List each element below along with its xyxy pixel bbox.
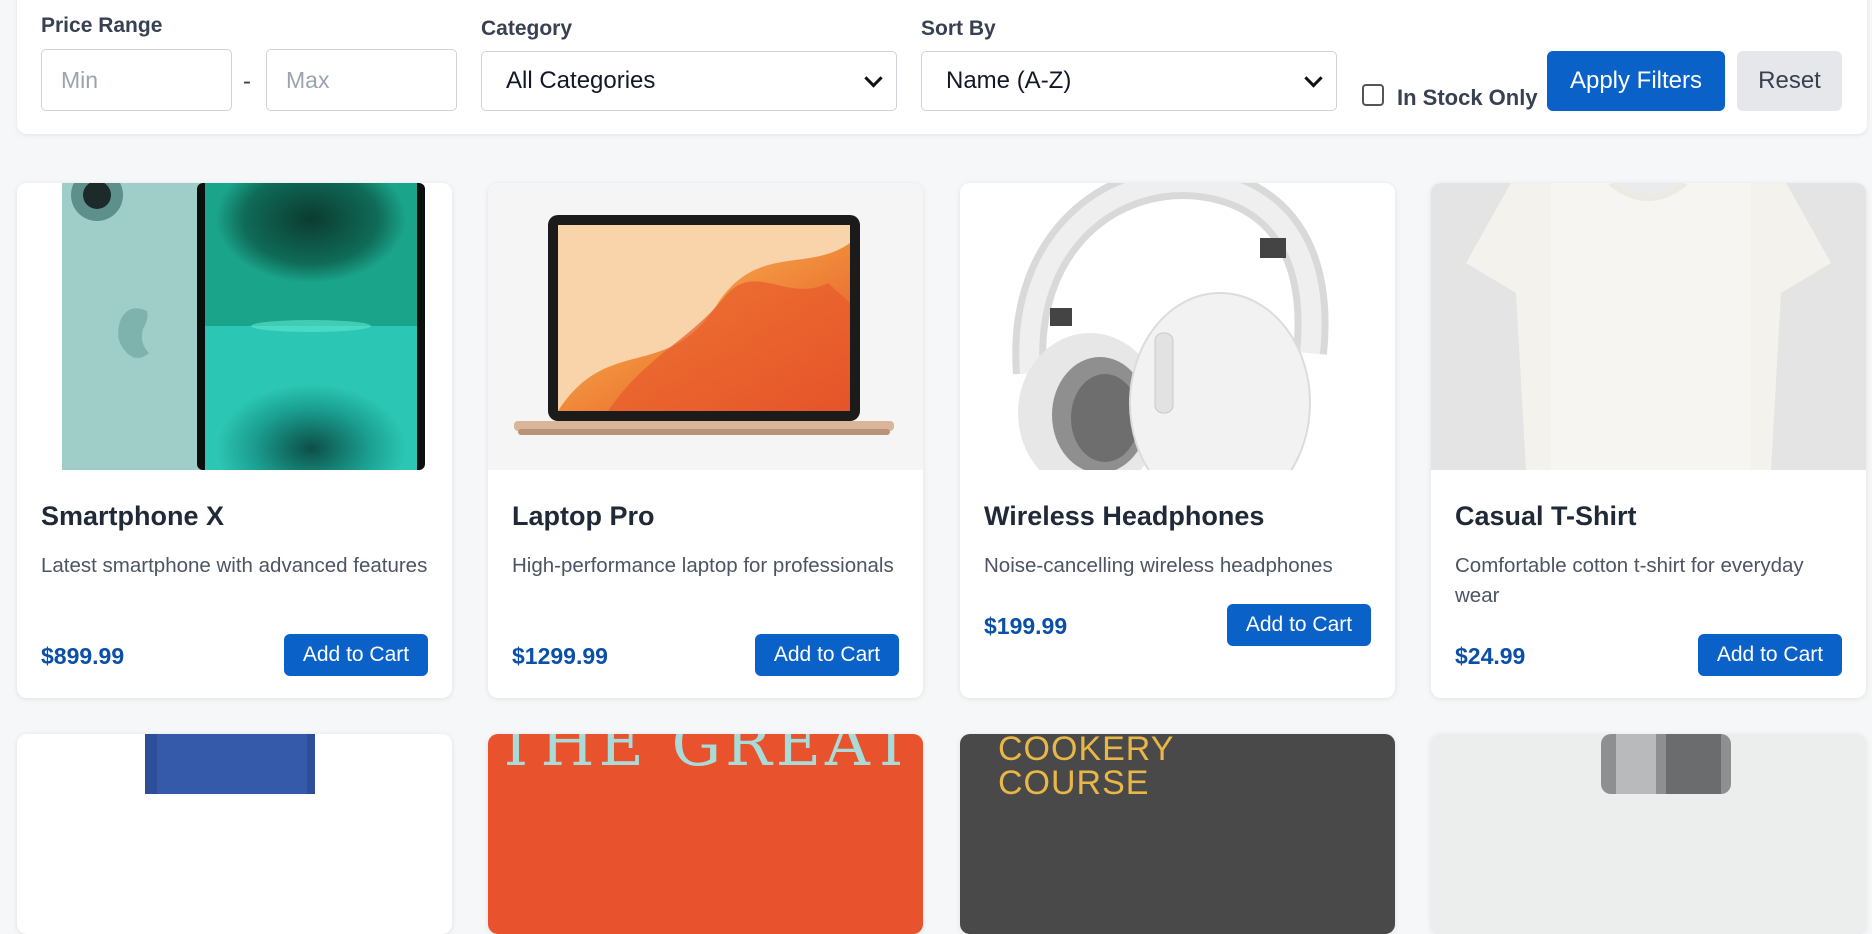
add-to-cart-button[interactable]: Add to Cart [755,634,899,676]
smartphone-image[interactable] [17,183,452,470]
add-to-cart-button[interactable]: Add to Cart [1227,604,1371,646]
chevron-down-icon [864,69,883,88]
reset-button[interactable]: Reset [1737,51,1842,111]
category-select[interactable]: All Categories [481,51,897,111]
product-price: $199.99 [984,613,1068,639]
apply-filters-button[interactable]: Apply Filters [1547,51,1725,111]
sort-select-value: Name (A-Z) [946,67,1072,94]
product-card: Wireless Headphones Noise-cancelling wir… [960,183,1395,698]
product-description: Comfortable cotton t-shirt for everyday … [1455,554,1804,607]
range-dash: - [243,68,251,95]
jeans-image[interactable] [17,734,452,934]
sort-by-label: Sort By [921,17,996,40]
price-range-label: Price Range [41,14,163,37]
chevron-down-icon [1304,69,1323,88]
max-price-input[interactable]: Max [266,49,457,111]
product-price: $899.99 [41,643,125,669]
product-price: $1299.99 [512,643,608,669]
product-name: Smartphone X [41,501,225,531]
product-card: Casual T-Shirt Comfortable cotton t-shir… [1431,183,1866,698]
product-name: Wireless Headphones [984,501,1265,531]
appliance-image[interactable] [1431,734,1866,934]
add-to-cart-button[interactable]: Add to Cart [284,634,428,676]
min-price-input[interactable]: Min [41,49,232,111]
in-stock-label: In Stock Only [1397,85,1538,110]
filter-bar: Price Range Min - Max Category All Categ… [17,0,1867,134]
product-description: High-performance laptop for professional… [512,554,894,577]
category-select-value: All Categories [506,67,656,94]
product-card [17,734,452,934]
product-card: Laptop Pro High-performance laptop for p… [488,183,923,698]
product-price: $24.99 [1455,643,1526,669]
product-card: Smartphone X Latest smartphone with adva… [17,183,452,698]
sort-by-select[interactable]: Name (A-Z) [921,51,1337,111]
product-description: Latest smartphone with advanced features [41,554,428,577]
product-description: Noise-cancelling wireless headphones [984,554,1333,577]
product-name: Laptop Pro [512,501,655,531]
laptop-image[interactable] [488,183,923,470]
in-stock-checkbox[interactable] [1362,84,1384,106]
cookbook-cover-text: COOKERY COURSE [998,734,1174,802]
product-card: THE GREAT [488,734,923,934]
book-cover-image[interactable]: THE GREAT [488,734,923,934]
add-to-cart-button[interactable]: Add to Cart [1698,634,1842,676]
category-label: Category [481,17,573,40]
book-cover-text: THE GREAT [495,734,916,780]
product-name: Casual T-Shirt [1455,501,1637,531]
product-card: COOKERY COURSE [960,734,1395,934]
cookbook-cover-image[interactable]: COOKERY COURSE [960,734,1395,934]
headphones-image[interactable] [960,183,1395,470]
product-card [1431,734,1866,934]
tshirt-image[interactable] [1431,183,1866,470]
